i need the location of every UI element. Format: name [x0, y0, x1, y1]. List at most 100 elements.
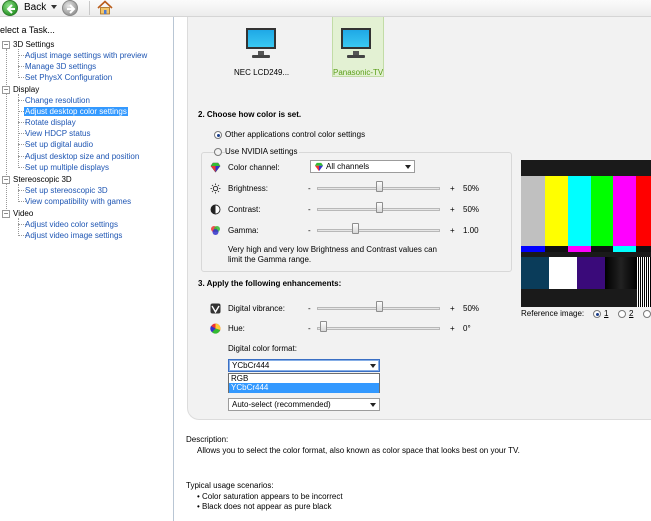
tree-item-view-hdcp-status[interactable]: View HDCP status: [25, 129, 91, 138]
home-icon[interactable]: [97, 0, 113, 15]
contrast-plus: +: [450, 205, 455, 214]
tree-category-video[interactable]: Video: [13, 209, 33, 218]
gamma-range-note: Very high and very low Brightness and Co…: [228, 245, 438, 264]
format-option-ycbcr444[interactable]: YCbCr444: [229, 383, 379, 393]
reference-radio-1[interactable]: [593, 310, 601, 318]
gamma-slider-thumb[interactable]: [352, 223, 360, 234]
collapse-toggle-stereoscopic-3d[interactable]: −: [2, 176, 10, 184]
monitor-icon: [246, 28, 276, 49]
radio-other-applications-label[interactable]: Other applications control color setting…: [225, 130, 365, 139]
contrast-label: Contrast:: [228, 205, 261, 214]
pattern-strip-white: [549, 257, 577, 289]
monitor-icon: [341, 28, 371, 49]
tree-item-adjust-desktop-color-settings[interactable]: Adjust desktop color settings: [24, 107, 128, 116]
brightness-plus: +: [450, 184, 455, 193]
dynamic-range-value: Auto-select (recommended): [232, 400, 331, 409]
pattern-strip-black: [605, 257, 637, 289]
gamma-slider-track[interactable]: [317, 229, 440, 232]
vibrance-plus: +: [450, 304, 455, 313]
gamma-minus: -: [308, 226, 311, 235]
tree-item-view-compatibility[interactable]: View compatibility with games: [25, 197, 131, 206]
brightness-icon: [210, 183, 221, 194]
pattern-bar-magenta: [613, 176, 636, 246]
pattern-lowbar-magenta: [568, 246, 591, 252]
main-content: NEC LCD249... Panasonic-TV 2. Choose how…: [174, 17, 651, 521]
tree-item-physx-configuration[interactable]: Set PhysX Configuration: [25, 73, 112, 82]
forward-arrow-icon: [67, 4, 76, 14]
hue-slider-track[interactable]: [317, 327, 440, 330]
tree-line: [18, 184, 19, 202]
radio-use-nvidia-label[interactable]: Use NVIDIA settings: [225, 147, 300, 156]
monitor-base: [252, 55, 270, 58]
hue-label: Hue:: [228, 324, 245, 333]
pattern-bar-gray: [521, 176, 545, 246]
pattern-strip-navy: [521, 257, 549, 289]
hue-slider-thumb[interactable]: [320, 321, 327, 332]
tree-item-set-up-stereoscopic-3d[interactable]: Set up stereoscopic 3D: [25, 186, 108, 195]
digital-color-format-options: RGB YCbCr444: [228, 373, 380, 393]
tree-item-adjust-video-color[interactable]: Adjust video color settings: [25, 220, 118, 229]
color-channel-value: All channels: [326, 162, 370, 171]
tree-item-change-resolution[interactable]: Change resolution: [25, 96, 90, 105]
tree-line: [18, 49, 19, 78]
tree-item-set-up-digital-audio[interactable]: Set up digital audio: [25, 140, 93, 149]
collapse-toggle-3d-settings[interactable]: −: [2, 41, 10, 49]
digital-color-format-label: Digital color format:: [228, 344, 297, 353]
usage-item: • Black does not appear as pure black: [197, 502, 332, 511]
tree-item-adjust-image-settings[interactable]: Adjust image settings with preview: [25, 51, 147, 60]
toolbar-separator: [89, 1, 90, 15]
brightness-minus: -: [308, 184, 311, 193]
pattern-lowbar-black: [545, 246, 568, 252]
tree-category-3d-settings[interactable]: 3D Settings: [13, 40, 54, 49]
back-label[interactable]: Back: [24, 2, 46, 13]
display-panasonic-tv[interactable]: [337, 26, 375, 60]
back-history-dropdown[interactable]: [51, 5, 57, 9]
dynamic-range-select[interactable]: Auto-select (recommended): [228, 398, 380, 411]
reference-radio-2[interactable]: [618, 310, 626, 318]
reference-test-pattern: [521, 160, 651, 307]
reference-radio-3[interactable]: [643, 310, 651, 318]
hue-plus: +: [450, 324, 455, 333]
tree-item-adjust-video-image[interactable]: Adjust video image settings: [25, 231, 122, 240]
back-button[interactable]: [2, 0, 18, 16]
gamma-value: 1.00: [463, 226, 479, 235]
collapse-toggle-video[interactable]: −: [2, 210, 10, 218]
task-tree-panel: elect a Task... − 3D Settings Adjust ima…: [0, 17, 174, 521]
pattern-bar-cyan: [568, 176, 591, 246]
vibrance-slider-thumb[interactable]: [375, 301, 383, 312]
pattern-bar-green: [591, 176, 613, 246]
reference-image-label: Reference image:: [521, 309, 585, 318]
display-label-panasonic-tv[interactable]: Panasonic-TV: [333, 68, 383, 77]
digital-color-format-select[interactable]: YCbCr444: [228, 359, 380, 372]
chevron-down-icon: [405, 165, 411, 169]
collapse-toggle-display[interactable]: −: [2, 86, 10, 94]
radio-other-applications[interactable]: [214, 131, 222, 139]
tree-item-manage-3d-settings[interactable]: Manage 3D settings: [25, 62, 96, 71]
vibrance-value: 50%: [463, 304, 480, 313]
tree-category-stereoscopic-3d[interactable]: Stereoscopic 3D: [13, 175, 72, 184]
tree-item-set-up-multiple-displays[interactable]: Set up multiple displays: [25, 163, 109, 172]
tree-category-display[interactable]: Display: [13, 85, 39, 94]
digital-color-format-value: YCbCr444: [232, 361, 270, 370]
contrast-slider-thumb[interactable]: [375, 202, 383, 213]
color-channel-select[interactable]: All channels: [310, 160, 415, 173]
description-title: Description:: [186, 435, 229, 444]
pattern-lowbar-black: [591, 246, 613, 252]
radio-use-nvidia[interactable]: [214, 148, 222, 156]
reference-radio-2-label[interactable]: 2: [629, 309, 633, 318]
chevron-down-icon: [370, 364, 376, 368]
pattern-lowbar-cyan: [613, 246, 636, 252]
brightness-slider-thumb[interactable]: [375, 181, 383, 192]
gamma-label: Gamma:: [228, 226, 259, 235]
color-channel-icon: [314, 162, 324, 172]
display-label-nec[interactable]: NEC LCD249...: [234, 68, 289, 77]
pattern-strip-purple: [577, 257, 605, 289]
forward-button[interactable]: [62, 0, 78, 16]
toolbar: Back: [0, 0, 651, 17]
reference-radio-1-label[interactable]: 1: [604, 309, 608, 318]
vibrance-icon: [210, 303, 221, 314]
tree-item-adjust-desktop-size[interactable]: Adjust desktop size and position: [25, 152, 139, 161]
tree-item-rotate-display[interactable]: Rotate display: [25, 118, 76, 127]
section-3-title: 3. Apply the following enhancements:: [198, 279, 342, 288]
display-nec[interactable]: [242, 26, 280, 60]
